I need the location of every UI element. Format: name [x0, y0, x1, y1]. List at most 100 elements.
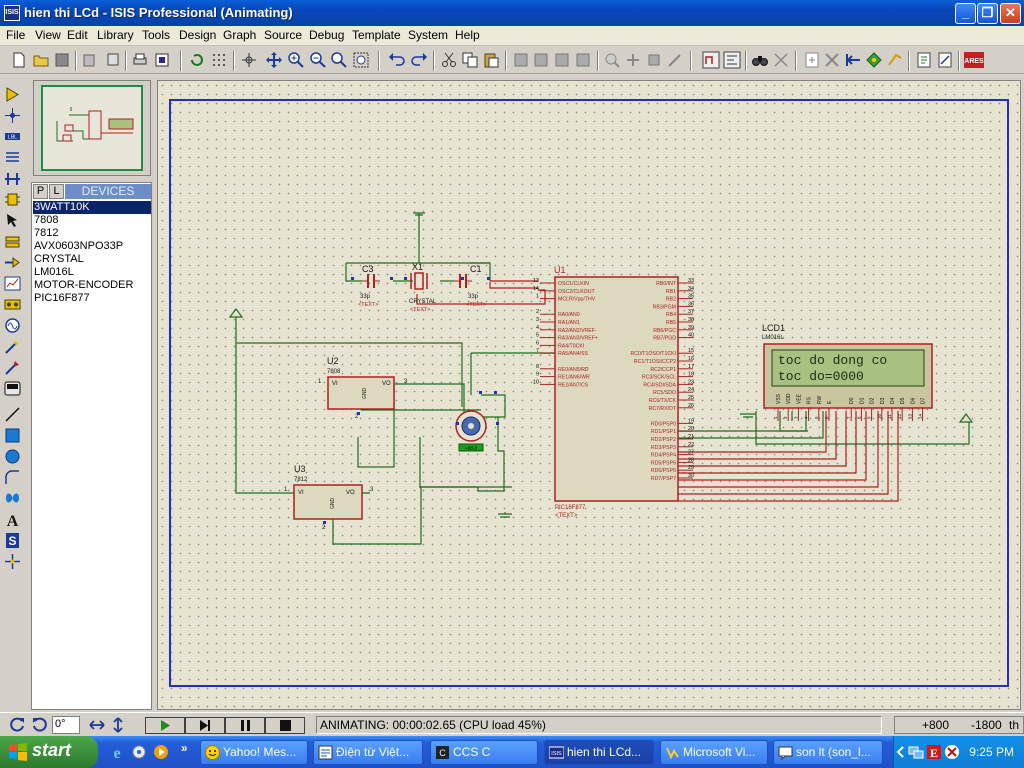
title-bar[interactable]: ISIS hien thi LCd - ISIS Professional (A…	[0, 0, 1024, 26]
copy-icon[interactable]	[461, 51, 479, 69]
exit-to-parent-icon[interactable]	[844, 51, 862, 69]
rotation-angle-field[interactable]: 0°	[52, 716, 80, 734]
current-probe-icon[interactable]	[4, 359, 21, 376]
crystal-x1[interactable]: X1 CRYSTAL <TEXT>	[409, 262, 437, 313]
ie-icon[interactable]: e	[108, 744, 126, 760]
save-icon[interactable]	[53, 51, 71, 69]
circle-tool-icon[interactable]	[4, 448, 21, 465]
voltage-probe-icon[interactable]	[4, 338, 21, 355]
undo-icon[interactable]	[388, 51, 406, 69]
menu-tools[interactable]: Tools	[142, 28, 170, 42]
task-hien-thi-lcd[interactable]: ISIS hien thi LCd...	[544, 740, 654, 765]
regulator-u3[interactable]: U3 7812 VI VO GND 1 3 2	[284, 464, 374, 531]
export-icon[interactable]	[103, 51, 121, 69]
device-item[interactable]: AVX0603NPO33P	[33, 240, 151, 253]
schematic-canvas[interactable]: C3 33p <TEXT> C1 33p <TEXT> X1 CRYSTAL <…	[157, 80, 1021, 710]
selection-mode-icon[interactable]	[4, 86, 21, 103]
ares-pcb-icon[interactable]	[936, 51, 954, 69]
mirror-horizontal-icon[interactable]	[88, 717, 106, 733]
task-microsoft-visio[interactable]: Microsoft Vi...	[660, 740, 768, 765]
stop-button[interactable]	[265, 717, 305, 734]
device-item[interactable]: LM016L	[33, 266, 151, 279]
menu-template[interactable]: Template	[352, 28, 401, 42]
symbol-tool-icon[interactable]: S	[4, 532, 21, 549]
search-icon[interactable]	[751, 51, 769, 69]
redraw-icon[interactable]	[188, 51, 206, 69]
device-item[interactable]: CRYSTAL	[33, 253, 151, 266]
device-item[interactable]: 7812	[33, 227, 151, 240]
close-button[interactable]: ✕	[1000, 3, 1021, 24]
media-player-icon[interactable]	[153, 744, 169, 760]
origin-icon[interactable]	[240, 51, 258, 69]
arc-tool-icon[interactable]	[4, 469, 21, 486]
make-device-icon[interactable]	[624, 51, 642, 69]
box-tool-icon[interactable]	[4, 427, 21, 444]
library-manager-button[interactable]: L	[49, 184, 64, 199]
device-item[interactable]: 3WATT10K	[33, 201, 151, 214]
bill-of-materials-icon[interactable]	[865, 51, 883, 69]
text-script-icon[interactable]	[4, 149, 21, 166]
start-button[interactable]: start	[0, 736, 98, 768]
mirror-vertical-icon[interactable]	[110, 716, 126, 734]
device-item[interactable]: PIC16F877	[33, 292, 151, 305]
block-move-icon[interactable]	[532, 51, 550, 69]
cut-icon[interactable]	[440, 51, 458, 69]
open-folder-icon[interactable]	[32, 51, 50, 69]
tape-recorder-icon[interactable]	[4, 296, 21, 313]
grid-icon[interactable]	[210, 51, 228, 69]
capacitor-c1[interactable]: C1 33p <TEXT>	[454, 264, 486, 308]
menu-library[interactable]: Library	[97, 28, 134, 42]
property-assignment-icon[interactable]	[772, 51, 790, 69]
play-button[interactable]	[145, 717, 185, 734]
restore-button[interactable]: ❐	[977, 3, 998, 24]
mark-output-area-icon[interactable]	[153, 51, 171, 69]
menu-graph[interactable]: Graph	[223, 28, 256, 42]
zoom-area-icon[interactable]	[352, 51, 370, 69]
device-item[interactable]: MOTOR-ENCODER	[33, 279, 151, 292]
step-button[interactable]	[185, 717, 225, 734]
lcd-display-lcd1[interactable]: LCD1 LM016L toc do dong co toc do=0000 V…	[762, 323, 933, 421]
menu-file[interactable]: File	[6, 28, 25, 42]
menu-system[interactable]: System	[408, 28, 448, 42]
show-desktop-icon[interactable]	[131, 744, 147, 760]
quicklaunch-more-icon[interactable]: »	[181, 741, 188, 755]
print-icon[interactable]	[131, 51, 149, 69]
marker-tool-icon[interactable]	[4, 553, 21, 570]
import-icon[interactable]	[81, 51, 99, 69]
sub-circuit-icon[interactable]	[4, 191, 21, 208]
decompose-icon[interactable]	[666, 51, 684, 69]
block-copy-icon[interactable]	[512, 51, 530, 69]
buses-icon[interactable]	[4, 170, 21, 187]
path-tool-icon[interactable]	[4, 490, 21, 507]
menu-source[interactable]: Source	[264, 28, 302, 42]
netlist-icon[interactable]	[915, 51, 933, 69]
clock[interactable]: 9:25 PM	[969, 745, 1014, 759]
overview-viewport[interactable]	[41, 85, 143, 171]
network-icon[interactable]	[908, 744, 924, 760]
task-son-lt[interactable]: son lt (son_l...	[773, 740, 883, 765]
electrical-rule-check-icon[interactable]	[886, 51, 904, 69]
zoom-out-icon[interactable]	[309, 51, 327, 69]
microcontroller-u1[interactable]: U1 PIC16F877 <TEXT> OSC1/CLKIN13OSC2/CLK…	[533, 265, 694, 519]
pause-button[interactable]	[225, 717, 265, 734]
task-dien-tu-viet[interactable]: Điện từ Việt...	[313, 740, 423, 765]
zoom-in-icon[interactable]	[287, 51, 305, 69]
capacitor-c3[interactable]: C3 33p <TEXT>	[358, 264, 380, 308]
wire-label-icon[interactable]: LBL	[4, 128, 21, 145]
search-tag-icon[interactable]	[723, 51, 741, 69]
generator-icon[interactable]	[4, 317, 21, 334]
menu-help[interactable]: Help	[455, 28, 480, 42]
block-rotate-icon[interactable]	[553, 51, 571, 69]
redo-icon[interactable]	[410, 51, 428, 69]
menu-view[interactable]: View	[35, 28, 61, 42]
minimize-button[interactable]: _	[955, 3, 976, 24]
menu-edit[interactable]: Edit	[67, 28, 88, 42]
text-tool-icon[interactable]: A	[4, 511, 21, 528]
task-yahoo-messenger[interactable]: Yahoo! Mes...	[200, 740, 308, 765]
antivirus-icon[interactable]	[944, 744, 960, 760]
schematic-drawing[interactable]: C3 33p <TEXT> C1 33p <TEXT> X1 CRYSTAL <…	[158, 81, 1022, 711]
graph-mode-icon[interactable]	[4, 275, 21, 292]
line-tool-icon[interactable]	[4, 406, 21, 423]
terminals-icon[interactable]	[4, 233, 21, 250]
new-sheet-icon[interactable]	[803, 51, 821, 69]
